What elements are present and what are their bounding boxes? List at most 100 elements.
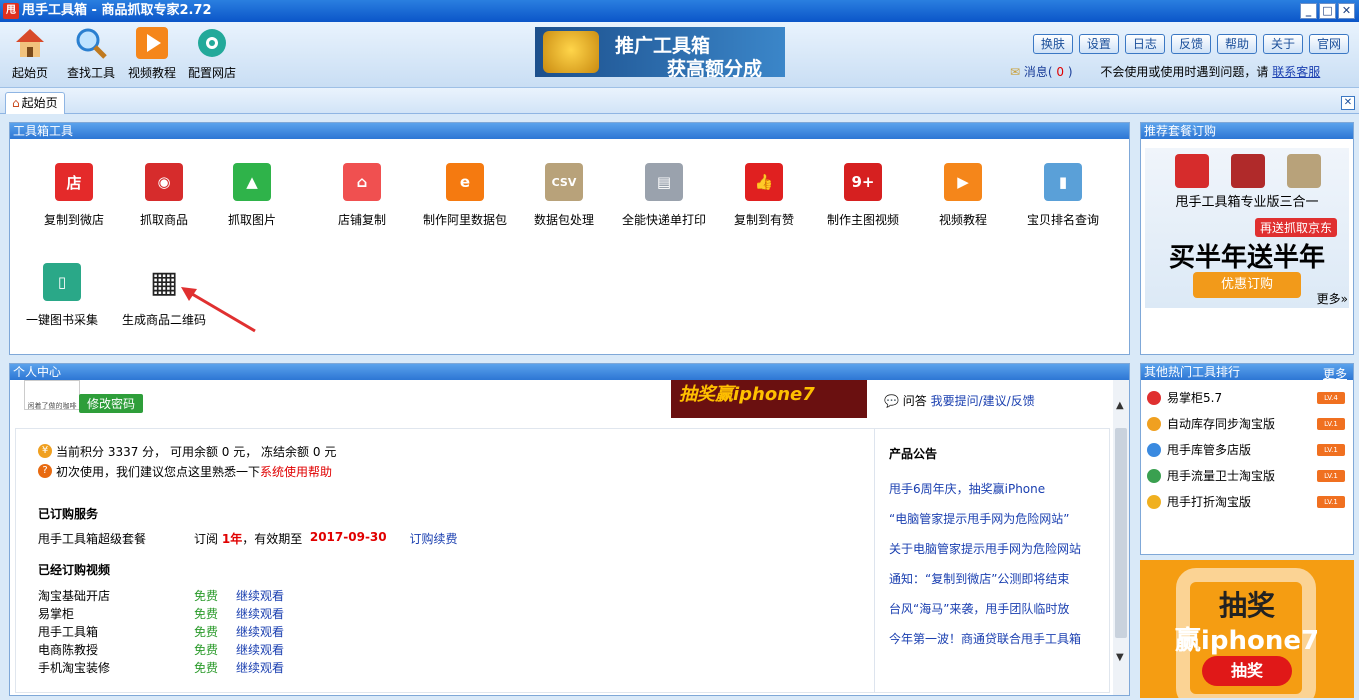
tool-item[interactable]: 👍 复制到有赞 bbox=[714, 163, 814, 228]
tool-logo-icon bbox=[1147, 390, 1161, 405]
toolbar-start-page[interactable]: 起始页 bbox=[0, 26, 60, 81]
tool-label: 复制到有赞 bbox=[733, 213, 794, 227]
home-icon: ⌂ bbox=[12, 96, 20, 110]
video-price: 免费 bbox=[194, 606, 219, 621]
subscription-more-link[interactable]: 更多» bbox=[1317, 290, 1348, 307]
tool-item[interactable]: 店复制到微店 bbox=[24, 163, 124, 228]
tool-item[interactable]: ⌂ 店铺复制 bbox=[312, 163, 412, 228]
coin-icon: ¥ bbox=[38, 444, 52, 458]
lottery-button[interactable]: 抽奖 bbox=[1202, 656, 1292, 686]
toolbar-video-tutorial[interactable]: 视频教程 bbox=[122, 26, 182, 81]
toolbar-find-tools[interactable]: 查找工具 bbox=[61, 26, 121, 81]
toolbar-label: 视频教程 bbox=[127, 66, 176, 80]
maximize-button[interactable]: □ bbox=[1319, 3, 1336, 19]
close-button[interactable]: ✕ bbox=[1338, 3, 1355, 19]
ask-question-link[interactable]: 我要提问/建议/反馈 bbox=[931, 394, 1035, 408]
tool-item[interactable]: 9+ 制作主图视频 bbox=[813, 163, 913, 228]
hot-tool-item[interactable]: 自动库存同步淘宝版 LV.1 bbox=[1147, 415, 1347, 432]
hot-tools-more-link[interactable]: 更多 bbox=[1323, 365, 1347, 382]
change-password-button[interactable]: 修改密码 bbox=[79, 394, 144, 413]
renew-link[interactable]: 订购续费 bbox=[410, 530, 458, 547]
personal-center-panel: 个人中心 闲着了做的咖啡 修改密码 抽奖赢iphone7 💬 问答 我要提问/建… bbox=[9, 363, 1130, 696]
service-name: 甩手工具箱超级套餐 bbox=[38, 532, 147, 546]
hot-tool-item[interactable]: 甩手打折淘宝版 LV.1 bbox=[1147, 493, 1347, 510]
hot-tool-label: 甩手库管多店版 bbox=[1167, 443, 1252, 457]
continue-watch-link[interactable]: 继续观看 bbox=[236, 605, 284, 622]
title-bar: 甩 甩手工具箱 - 商品抓取专家2.72 _ □ ✕ bbox=[0, 0, 1359, 22]
tab-start-page[interactable]: ⌂ 起始页 bbox=[5, 92, 65, 114]
system-help-link[interactable]: 系统使用帮助 bbox=[260, 463, 332, 480]
scroll-thumb[interactable] bbox=[1115, 428, 1127, 638]
video-price: 免费 bbox=[194, 588, 219, 603]
play-icon bbox=[135, 26, 169, 60]
tool-label: 抓取商品 bbox=[139, 213, 188, 227]
video-name: 手机淘宝装修 bbox=[38, 660, 111, 675]
service-expiry: 2017-09-30 bbox=[309, 530, 387, 544]
tool-item[interactable]: ▯ 一键图书采集 bbox=[12, 263, 112, 328]
scroll-up-icon[interactable]: ▲ bbox=[1116, 400, 1124, 411]
contact-support-link[interactable]: 联系客服 bbox=[1272, 65, 1320, 79]
search-icon bbox=[74, 26, 108, 60]
hot-tool-item[interactable]: 甩手流量卫士淘宝版 LV.1 bbox=[1147, 467, 1347, 484]
promote-banner[interactable]: 推广工具箱 获高额分成 bbox=[535, 27, 785, 80]
help-text: 不会使用或使用时遇到问题，请 bbox=[1100, 65, 1269, 79]
skin-button[interactable]: 换肤 bbox=[1032, 34, 1073, 54]
subscription-headline: 买半年送半年 bbox=[1168, 243, 1325, 273]
continue-watch-link[interactable]: 继续观看 bbox=[236, 641, 284, 658]
lottery-ad-banner[interactable]: 抽奖赢iphone7 bbox=[671, 380, 867, 418]
continue-watch-link[interactable]: 继续观看 bbox=[236, 623, 284, 640]
announcements-section: 产品公告 甩手6周年庆，抽奖赢iPhone “电脑管家提示甩手网为危险网站” 关于电… bbox=[874, 429, 1110, 693]
promo-line2: 赢iphone7 bbox=[1174, 626, 1320, 656]
hot-tool-item[interactable]: 易掌柜5.7 LV.4 bbox=[1147, 389, 1347, 406]
hot-tool-label: 甩手流量卫士淘宝版 bbox=[1167, 469, 1276, 483]
lottery-promo[interactable]: 抽奖 赢iphone7 抽奖 bbox=[1140, 560, 1354, 698]
announcement-list: 甩手6周年庆，抽奖赢iPhone “电脑管家提示甩手网为危险网站” 关于电脑管家提示… bbox=[889, 480, 1110, 660]
continue-watch-link[interactable]: 继续观看 bbox=[236, 659, 284, 676]
announcement-link[interactable]: 台风“海马”来袭，甩手团队临时放 bbox=[889, 600, 1110, 630]
toolbar-configure-store[interactable]: 配置网店 bbox=[182, 26, 242, 81]
close-tab-icon[interactable]: ✕ bbox=[1341, 96, 1355, 110]
tool-item[interactable]: ◉ 抓取商品 bbox=[114, 163, 214, 228]
play-icon: ▶ bbox=[944, 163, 982, 201]
scroll-down-icon[interactable]: ▼ bbox=[1116, 652, 1124, 663]
annotation-arrow-icon bbox=[181, 287, 256, 333]
discount-order-button[interactable]: 优惠订购 bbox=[1193, 272, 1301, 298]
feedback-button[interactable]: 反馈 bbox=[1170, 34, 1211, 54]
hot-tool-item[interactable]: 甩手库管多店版 LV.1 bbox=[1147, 441, 1347, 458]
about-button[interactable]: 关于 bbox=[1262, 34, 1303, 54]
announcement-link[interactable]: 通知：“复制到微店”公测即将结束 bbox=[889, 570, 1110, 600]
level-badge: LV.1 bbox=[1317, 443, 1345, 456]
video-row: 手机淘宝装修 免费 继续观看 bbox=[38, 658, 858, 676]
tool-item[interactable]: ▲ 抓取图片 bbox=[202, 163, 302, 228]
tool-logo-icon bbox=[1147, 494, 1161, 509]
tab-strip: ⌂ 起始页 bbox=[0, 88, 1359, 114]
continue-watch-link[interactable]: 继续观看 bbox=[236, 587, 284, 604]
tool-item[interactable]: CSV 数据包处理 bbox=[514, 163, 614, 228]
tool-item[interactable]: ▶ 视频教程 bbox=[913, 163, 1013, 228]
tools-panel-title: 工具箱工具 bbox=[10, 123, 1129, 139]
subscribed-videos-title: 已经订购视频 bbox=[38, 563, 111, 577]
minimize-button[interactable]: _ bbox=[1300, 3, 1317, 19]
help-button[interactable]: 帮助 bbox=[1216, 34, 1257, 54]
video-icon: 9+ bbox=[844, 163, 882, 201]
announcement-link[interactable]: 甩手6周年庆，抽奖赢iPhone bbox=[889, 480, 1110, 510]
first-use-text: 初次使用，我们建议您点这里熟悉一下 bbox=[56, 464, 261, 479]
settings-button[interactable]: 设置 bbox=[1078, 34, 1119, 54]
subscription-panel-title: 推荐套餐订购 bbox=[1141, 123, 1353, 139]
log-button[interactable]: 日志 bbox=[1124, 34, 1165, 54]
tool-item[interactable]: e 制作阿里数据包 bbox=[415, 163, 515, 228]
announcement-link[interactable]: 今年第一波！商通贷联合甩手工具箱 bbox=[889, 630, 1110, 660]
official-site-button[interactable]: 官网 bbox=[1308, 34, 1349, 54]
spider-icon: ◉ bbox=[145, 163, 183, 201]
message-count: 0 bbox=[1056, 65, 1065, 79]
subscription-panel: 推荐套餐订购 甩手工具箱专业版三合一 再送抓取京东 买半年送半年 优惠订购 更多… bbox=[1140, 122, 1354, 355]
announcement-link[interactable]: 关于电脑管家提示甩手网为危险网站 bbox=[889, 540, 1110, 570]
tool-item[interactable]: ▤ 全能快递单打印 bbox=[614, 163, 714, 228]
chat-bubble-icon: 💬 bbox=[884, 394, 899, 408]
shop-decoration-icon bbox=[1231, 154, 1265, 188]
messages-link[interactable]: 消息( 0 ) bbox=[1024, 65, 1073, 79]
vertical-scrollbar[interactable]: ▲ ▼ bbox=[1113, 380, 1129, 695]
tool-item[interactable]: ▮ 宝贝排名查询 bbox=[1013, 163, 1113, 228]
announcement-link[interactable]: “电脑管家提示甩手网为危险网站” bbox=[889, 510, 1110, 540]
subscription-ad[interactable]: 甩手工具箱专业版三合一 再送抓取京东 买半年送半年 优惠订购 bbox=[1145, 148, 1349, 308]
